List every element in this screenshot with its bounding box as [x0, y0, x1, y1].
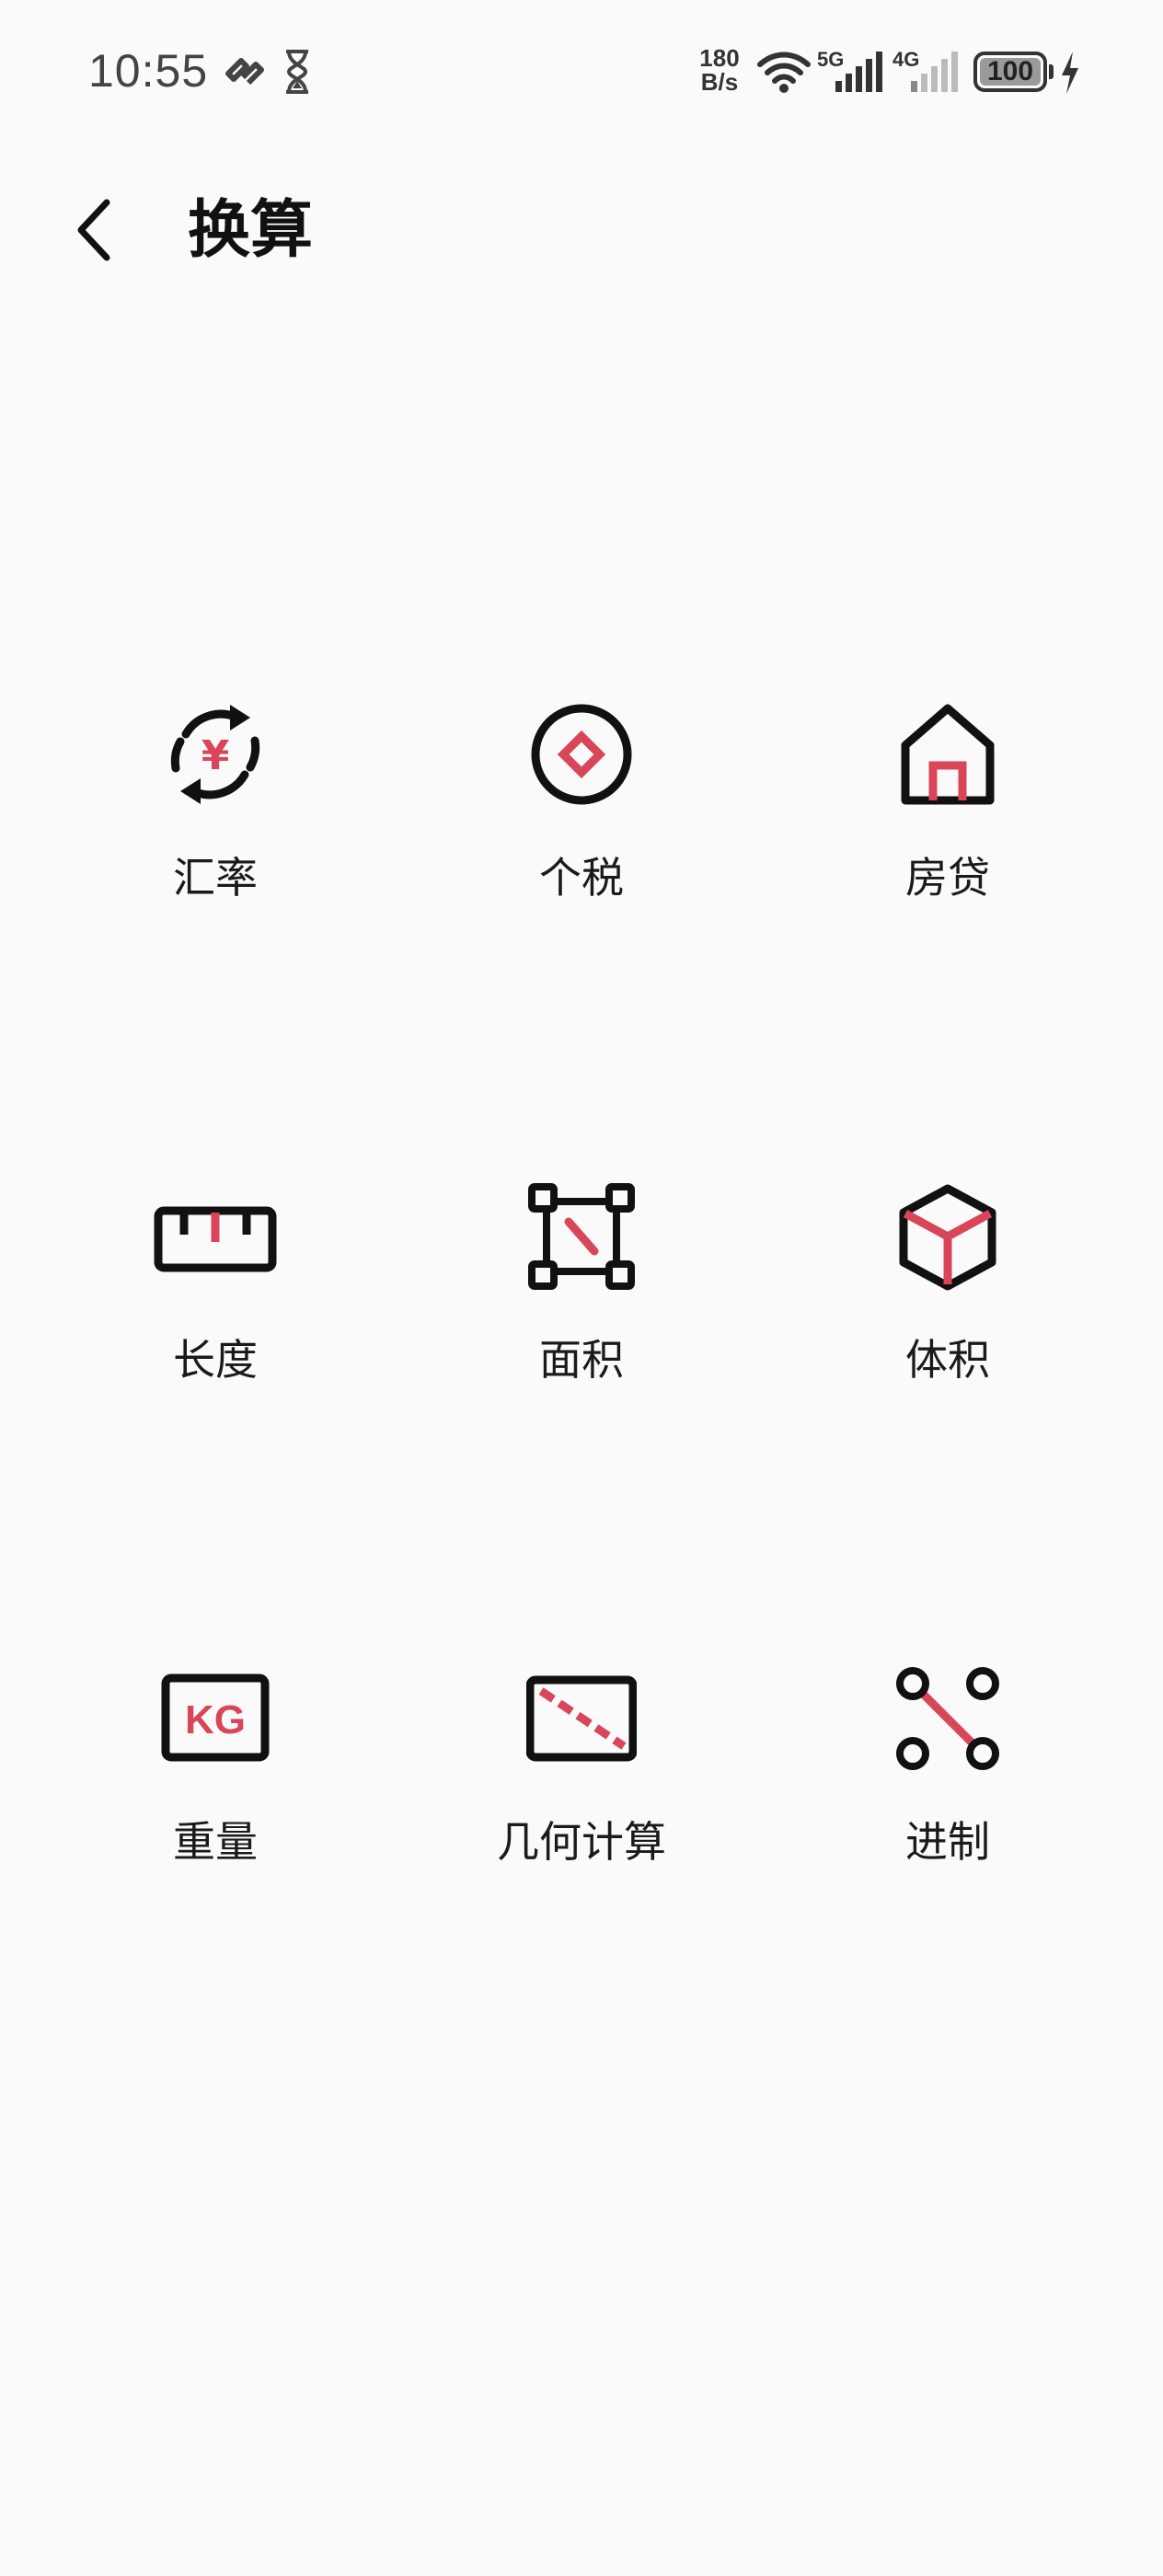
page-title: 换算 — [188, 194, 314, 267]
charging-icon — [1062, 52, 1078, 94]
geometry-icon — [526, 1675, 637, 1762]
tool-income-tax[interactable]: 个税 — [407, 681, 756, 920]
battery-icon: 100 — [973, 52, 1047, 92]
tool-length[interactable]: 长度 — [40, 1163, 390, 1402]
tool-mortgage[interactable]: 房贷 — [773, 681, 1123, 920]
tool-geometry[interactable]: 几何计算 — [407, 1645, 756, 1884]
tool-label: 几何计算 — [497, 1817, 666, 1867]
link-icon — [225, 58, 264, 86]
cube-icon — [899, 1184, 996, 1291]
battery-tip — [1049, 64, 1054, 79]
tool-area[interactable]: 面积 — [407, 1163, 756, 1402]
network-speed: 180 B/s — [692, 46, 747, 94]
ruler-icon — [154, 1206, 277, 1272]
battery-level: 100 — [986, 56, 1034, 86]
signal-5g-icon — [835, 52, 882, 92]
tool-weight[interactable]: KG 重量 — [40, 1645, 390, 1884]
tool-label: 体积 — [905, 1335, 990, 1385]
number-base-icon — [896, 1667, 999, 1770]
signal-4g-icon — [911, 52, 958, 92]
tool-exchange-rate[interactable]: ¥ 汇率 — [40, 681, 390, 920]
tax-coin-icon — [531, 704, 632, 805]
tool-label: 个税 — [539, 853, 624, 903]
yuan-symbol: ¥ — [202, 732, 230, 779]
weight-kg-icon: KG — [161, 1673, 270, 1762]
area-icon — [528, 1183, 635, 1290]
chevron-left-icon — [77, 199, 110, 261]
network-speed-unit: B/s — [700, 68, 739, 96]
tool-volume[interactable]: 体积 — [773, 1163, 1123, 1402]
tool-label: 长度 — [173, 1335, 258, 1385]
network-speed-value: 180 — [699, 44, 740, 72]
back-button[interactable] — [55, 188, 138, 270]
tool-label: 房贷 — [905, 853, 990, 903]
tool-label: 面积 — [539, 1335, 624, 1385]
status-time: 10:55 — [88, 45, 209, 97]
tool-label: 汇率 — [173, 853, 258, 903]
status-bar: 10:55 180 B/s 5G 4G 100 — [0, 0, 1163, 147]
house-icon — [901, 704, 995, 805]
currency-exchange-icon: ¥ — [170, 705, 260, 804]
app-header: 换算 — [0, 166, 1163, 294]
tool-number-base[interactable]: 进制 — [773, 1645, 1123, 1884]
tool-label: 进制 — [905, 1817, 990, 1867]
kg-text: KG — [185, 1697, 246, 1742]
tool-label: 重量 — [173, 1817, 258, 1867]
hourglass-icon — [286, 50, 308, 94]
wifi-icon — [757, 52, 811, 93]
